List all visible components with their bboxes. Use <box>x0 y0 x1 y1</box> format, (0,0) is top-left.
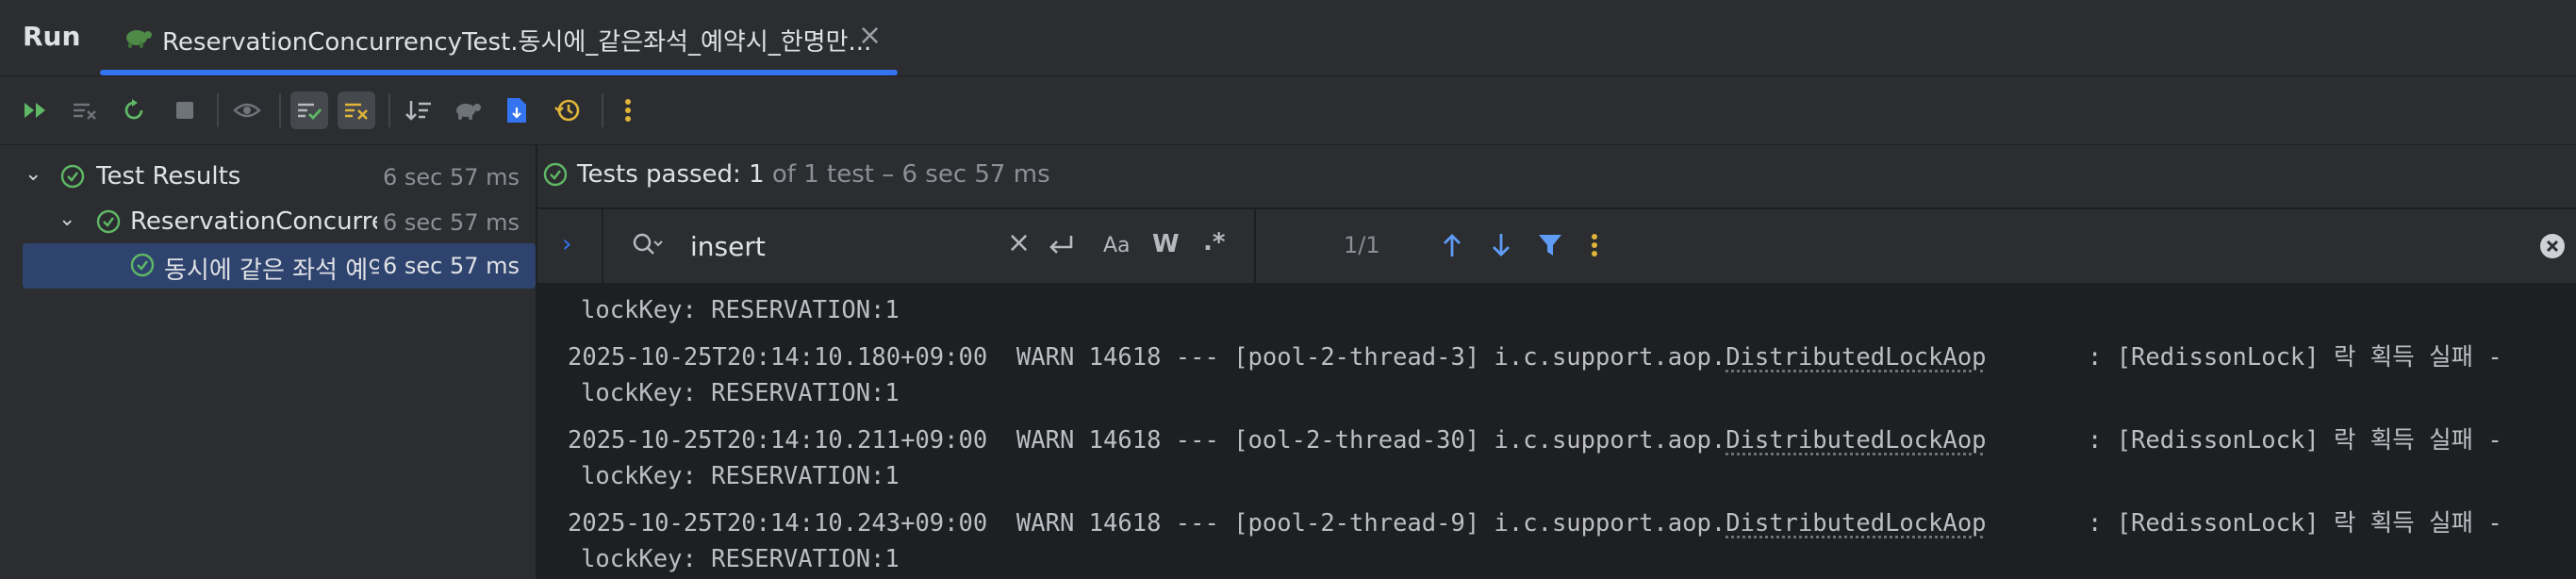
more-vertical-icon[interactable] <box>1590 232 1599 258</box>
log-line: lockKey: RESERVATION:1 <box>581 545 900 573</box>
tab-active-indicator <box>100 70 898 75</box>
tree-node-method-selected[interactable]: 동시에 같은 좌석 예약시 한명만 6 sec 57 ms <box>23 243 536 289</box>
turtle-test-icon <box>126 30 152 48</box>
filter-icon[interactable] <box>1537 232 1563 258</box>
match-counter: 1/1 <box>1344 232 1380 258</box>
show-ignored-toggle[interactable] <box>338 91 375 129</box>
search-history-icon[interactable] <box>632 232 664 260</box>
check-circle-icon <box>96 209 121 234</box>
tab-run-config[interactable]: ReservationConcurrencyTest.동시에_같은좌석_예약시_… <box>100 0 898 75</box>
log-line: 2025-10-25T20:14:10.211+09:00 WARN 14618… <box>568 421 2502 455</box>
export-file-icon <box>507 98 526 123</box>
rerun-failed-button[interactable] <box>17 91 55 129</box>
divider <box>1254 209 1256 283</box>
more-options-button[interactable] <box>609 91 647 129</box>
log-text: 2025-10-25T20:14:10.211+09:00 WARN 14618… <box>568 426 1726 455</box>
tree-node-label: ReservationConcurrencyTest <box>130 207 377 236</box>
log-line: 2025-10-25T20:14:10.243+09:00 WARN 14618… <box>568 504 2502 538</box>
arrow-down-icon[interactable] <box>1490 232 1512 258</box>
history-icon <box>554 99 580 122</box>
check-circle-icon <box>130 253 155 277</box>
show-passed-toggle[interactable] <box>290 91 328 129</box>
log-line: 2025-10-25T20:14:10.180+09:00 WARN 14618… <box>568 338 2502 372</box>
test-status-bar: Tests passed: 1 of 1 test – 6 sec 57 ms <box>537 145 2576 209</box>
new-line-icon[interactable] <box>1047 232 1075 258</box>
history-button[interactable] <box>549 91 586 129</box>
tree-node-time: 6 sec 57 ms <box>383 209 520 236</box>
console-search-bar: › × Aa W .* 1/1 <box>537 209 2576 285</box>
rerun-button[interactable] <box>115 91 153 129</box>
log-text: : [RedissonLock] 락 획득 실패 - <box>1986 509 2502 538</box>
log-text: 2025-10-25T20:14:10.243+09:00 WARN 14618… <box>568 509 1726 538</box>
toolbar-separator <box>279 93 281 127</box>
list-warning-icon <box>345 103 368 120</box>
log-line: lockKey: RESERVATION:1 <box>581 379 900 407</box>
log-text: : [RedissonLock] 락 획득 실패 - <box>1986 426 2502 455</box>
log-text: 2025-10-25T20:14:10.180+09:00 WARN 14618… <box>568 343 1726 372</box>
log-line: lockKey: RESERVATION:1 <box>581 462 900 490</box>
test-results-tree: ⌄ Test Results 6 sec 57 ms ⌄ Reservation… <box>0 145 537 579</box>
status-suffix: of 1 test – 6 sec 57 ms <box>764 160 1050 189</box>
tree-node-label: Test Results <box>96 162 241 190</box>
tree-node-class[interactable]: ⌄ ReservationConcurrencyTest 6 sec 57 ms <box>0 198 536 243</box>
list-cross-icon <box>74 103 96 120</box>
tree-node-label: 동시에 같은 좌석 예약시 한명만 <box>164 256 379 285</box>
export-button[interactable] <box>498 91 536 129</box>
tree-node-test-results[interactable]: ⌄ Test Results 6 sec 57 ms <box>0 153 536 198</box>
chevron-right-icon[interactable]: › <box>562 230 571 258</box>
tree-node-time: 6 sec 57 ms <box>383 253 520 279</box>
class-link[interactable]: DistributedLockAop <box>1726 426 1986 455</box>
check-circle-icon <box>60 164 85 189</box>
log-line: lockKey: RESERVATION:1 <box>581 296 900 324</box>
toolbar-separator <box>602 93 603 127</box>
class-link[interactable]: DistributedLockAop <box>1726 343 1986 372</box>
match-case-toggle[interactable]: Aa <box>1103 234 1131 257</box>
tab-title: ReservationConcurrencyTest.동시에_같은좌석_예약시_… <box>162 28 872 57</box>
list-check-icon <box>298 103 322 121</box>
eye-icon <box>233 103 261 118</box>
stop-icon <box>176 102 193 119</box>
class-link[interactable]: DistributedLockAop <box>1726 509 1986 538</box>
close-icon[interactable]: × <box>858 19 882 52</box>
rerun-tests-button[interactable] <box>66 91 104 129</box>
close-search-icon[interactable] <box>2538 232 2567 260</box>
status-prefix: Tests passed: <box>577 160 750 189</box>
regex-toggle[interactable]: .* <box>1203 228 1225 256</box>
status-summary: Tests passed: 1 of 1 test – 6 sec 57 ms <box>577 160 1050 189</box>
refresh-icon <box>124 99 143 120</box>
toolbar-separator <box>388 93 390 127</box>
tool-window-header: Run ReservationConcurrencyTest.동시에_같은좌석_… <box>0 0 2576 76</box>
stop-button[interactable] <box>166 91 204 129</box>
test-toolbar <box>0 76 2576 145</box>
whole-words-toggle[interactable]: W <box>1152 230 1180 258</box>
run-coverage-button[interactable] <box>449 91 487 129</box>
rerun-failed-icon <box>25 103 45 118</box>
sort-icon <box>405 101 431 121</box>
run-label: Run <box>23 21 81 52</box>
log-text: : [RedissonLock] 락 획득 실패 - <box>1986 343 2502 372</box>
show-passed-button[interactable] <box>228 91 266 129</box>
sort-button[interactable] <box>400 91 438 129</box>
turtle-icon <box>456 104 481 120</box>
status-count: 1 <box>749 160 765 189</box>
divider <box>602 209 603 283</box>
tree-node-time: 6 sec 57 ms <box>383 164 520 190</box>
arrow-up-icon[interactable] <box>1441 232 1463 258</box>
chevron-down-icon[interactable]: ⌄ <box>58 207 75 231</box>
clear-search-icon[interactable]: × <box>1007 226 1031 259</box>
check-circle-icon <box>543 162 568 187</box>
search-input[interactable] <box>688 228 966 264</box>
more-vertical-icon <box>625 99 631 122</box>
console-output: lockKey: RESERVATION:1 2025-10-25T20:14:… <box>537 285 2576 579</box>
toolbar-separator <box>217 93 219 127</box>
chevron-down-icon[interactable]: ⌄ <box>25 162 41 186</box>
